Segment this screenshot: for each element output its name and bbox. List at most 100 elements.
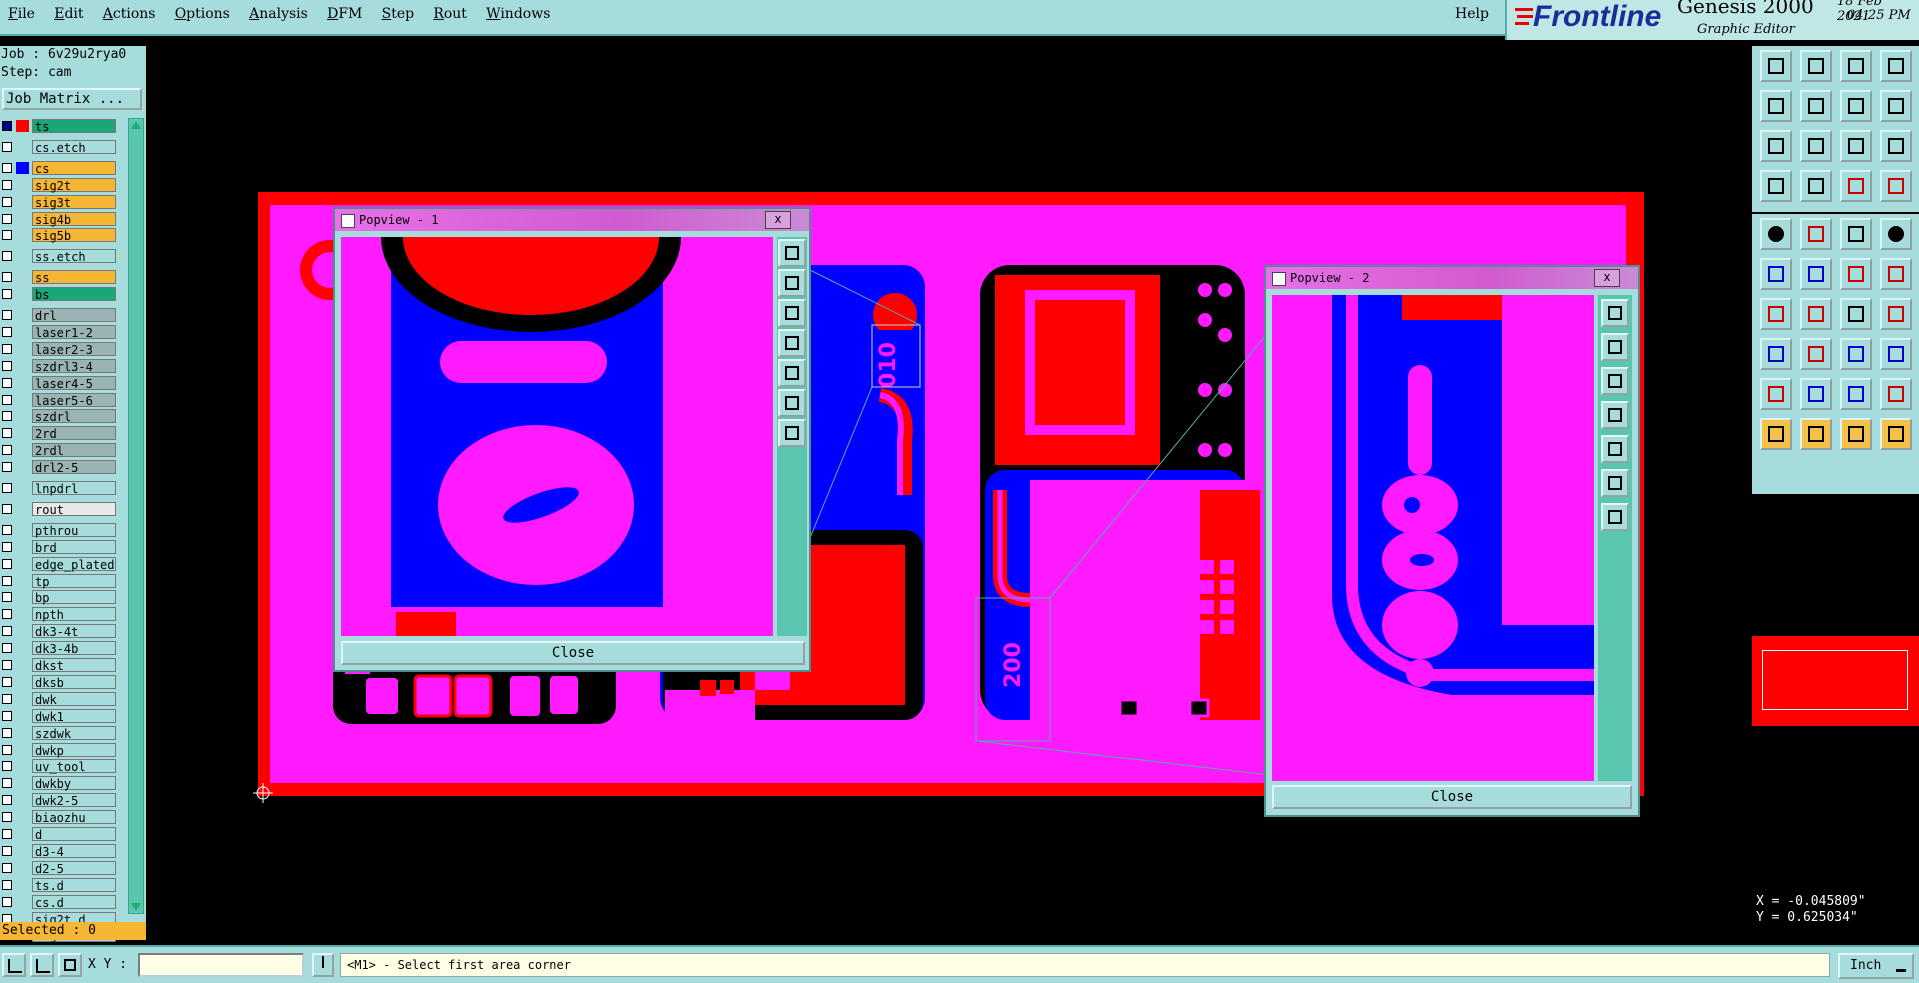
layer-row[interactable]: 2rdl: [0, 442, 120, 458]
menu-windows[interactable]: Windows: [486, 0, 550, 22]
line-end-tool-button[interactable]: [1880, 258, 1912, 290]
popview-1-canvas[interactable]: 010: [341, 237, 773, 636]
layer-row[interactable]: pthrou: [0, 522, 120, 538]
layer-name[interactable]: drl: [32, 308, 116, 323]
layer-name[interactable]: drl2-5: [32, 460, 116, 475]
layer-name[interactable]: d: [32, 827, 116, 842]
layer-row[interactable]: d: [0, 826, 120, 842]
measure-tool-button[interactable]: [1840, 378, 1872, 410]
layer-row[interactable]: edge_plated: [0, 556, 120, 572]
dash-tool-button[interactable]: [1800, 338, 1832, 370]
popview-pan-right-button[interactable]: [778, 359, 806, 387]
layer-name[interactable]: laser2-3: [32, 341, 116, 357]
select-box-tool-button[interactable]: [1800, 418, 1832, 450]
layer-row[interactable]: cs: [0, 160, 120, 176]
window-menu-icon[interactable]: [341, 214, 355, 228]
layer-name[interactable]: pthrou: [32, 522, 116, 538]
layer-name[interactable]: dwkby: [32, 776, 116, 791]
layer-row[interactable]: sig3t: [0, 194, 120, 210]
layer-row[interactable]: bs: [0, 286, 120, 302]
layer-row[interactable]: dk3-4b: [0, 640, 120, 656]
layer-name[interactable]: cs.d: [32, 894, 116, 910]
hand-tool-button[interactable]: [1760, 170, 1792, 202]
layer-name[interactable]: sig4b: [32, 211, 116, 227]
layer-name[interactable]: sig3t: [32, 194, 116, 210]
layer-row[interactable]: ts.d: [0, 877, 120, 893]
group-tool-button[interactable]: [1880, 338, 1912, 370]
layer-checkbox[interactable]: [2, 179, 12, 190]
curve-tool-button[interactable]: [1840, 298, 1872, 330]
layer-name[interactable]: npth: [32, 607, 116, 622]
house-button[interactable]: [1840, 50, 1872, 82]
angle-mode-button[interactable]: [30, 953, 54, 977]
popview-zoom-out-button[interactable]: [1601, 503, 1629, 531]
select-touch-tool-button[interactable]: [1840, 418, 1872, 450]
triangle-tool-button[interactable]: [1760, 378, 1792, 410]
layer-checkbox[interactable]: [2, 428, 12, 439]
layer-row[interactable]: tp: [0, 573, 120, 589]
scroll-down-icon[interactable]: [131, 903, 141, 911]
layer-name[interactable]: 2rd: [32, 426, 116, 441]
layer-row[interactable]: biaozhu: [0, 809, 120, 825]
layer-name[interactable]: dwk1: [32, 708, 116, 724]
layer-row[interactable]: ss: [0, 269, 120, 285]
layer-checkbox[interactable]: [2, 592, 12, 603]
layer-row[interactable]: 2rd: [0, 425, 120, 441]
zoom-area-button[interactable]: [1800, 130, 1832, 162]
layer-row[interactable]: dwkp: [0, 742, 120, 758]
popview-zoom-in-button[interactable]: [1601, 469, 1629, 497]
layer-row[interactable]: laser2-3: [0, 341, 120, 357]
layer-name[interactable]: brd: [32, 539, 116, 555]
overview-map[interactable]: [1752, 636, 1919, 726]
popview-pan-right-button[interactable]: [1601, 435, 1629, 463]
popview-pan-left-button[interactable]: [778, 329, 806, 357]
line-point-tool-button[interactable]: [1840, 258, 1872, 290]
layer-name[interactable]: bp: [32, 590, 116, 605]
layer-name[interactable]: laser1-2: [32, 324, 116, 340]
layer-name[interactable]: dk3-4t: [32, 624, 116, 639]
layer-checkbox[interactable]: [2, 676, 12, 687]
triangle-outline-tool-button[interactable]: [1800, 378, 1832, 410]
popview-zoom-out-button[interactable]: [778, 419, 806, 447]
layer-row[interactable]: dwkby: [0, 775, 120, 791]
layer-row[interactable]: brd: [0, 539, 120, 555]
info-button[interactable]: [312, 953, 334, 977]
layer-name[interactable]: ss.etch: [32, 249, 116, 264]
layer-checkbox[interactable]: [2, 272, 12, 283]
layer-row[interactable]: szdrl3-4: [0, 358, 120, 374]
layer-name[interactable]: szdwk: [32, 725, 116, 741]
layer-checkbox[interactable]: [2, 896, 12, 907]
layer-checkbox[interactable]: [2, 710, 12, 721]
layer-row[interactable]: dwk2-5: [0, 792, 120, 808]
layer-row[interactable]: szdwk: [0, 725, 120, 741]
job-matrix-button[interactable]: Job Matrix ...: [2, 88, 142, 110]
layer-name[interactable]: dwkp: [32, 742, 116, 758]
select-multi-tool-button[interactable]: [1880, 418, 1912, 450]
rotate-button[interactable]: [1880, 90, 1912, 122]
layer-name[interactable]: cs.etch: [32, 139, 116, 155]
layer-name[interactable]: lnpdrl: [32, 481, 116, 496]
cross-tool-button[interactable]: [1800, 258, 1832, 290]
layer-name[interactable]: laser5-6: [32, 392, 116, 408]
popview-fit-button[interactable]: [778, 239, 806, 267]
layer-checkbox[interactable]: [2, 643, 12, 654]
popview-2-close-button[interactable]: Close: [1272, 785, 1632, 809]
layer-checkbox[interactable]: [2, 524, 12, 535]
snap-tool-button[interactable]: [1760, 338, 1792, 370]
layer-checkbox[interactable]: [2, 558, 12, 569]
layer-checkbox[interactable]: [2, 411, 12, 422]
layer-checkbox[interactable]: [2, 761, 12, 772]
menu-edit[interactable]: Edit: [54, 0, 83, 22]
layer-checkbox[interactable]: [2, 609, 12, 620]
pin-tool-button[interactable]: [1800, 170, 1832, 202]
layer-row[interactable]: drl2-5: [0, 459, 120, 475]
layer-row[interactable]: szdrl: [0, 408, 120, 424]
snap-mode-button[interactable]: [2, 953, 26, 977]
layer-checkbox[interactable]: [2, 121, 12, 131]
popview-1-close-icon[interactable]: x: [765, 211, 791, 229]
layer-name[interactable]: dwk: [32, 691, 116, 707]
layer-row[interactable]: ss.etch: [0, 248, 120, 264]
layer-name[interactable]: ts.d: [32, 877, 116, 893]
layer-row[interactable]: npth: [0, 606, 120, 622]
menu-file[interactable]: File: [8, 0, 35, 22]
